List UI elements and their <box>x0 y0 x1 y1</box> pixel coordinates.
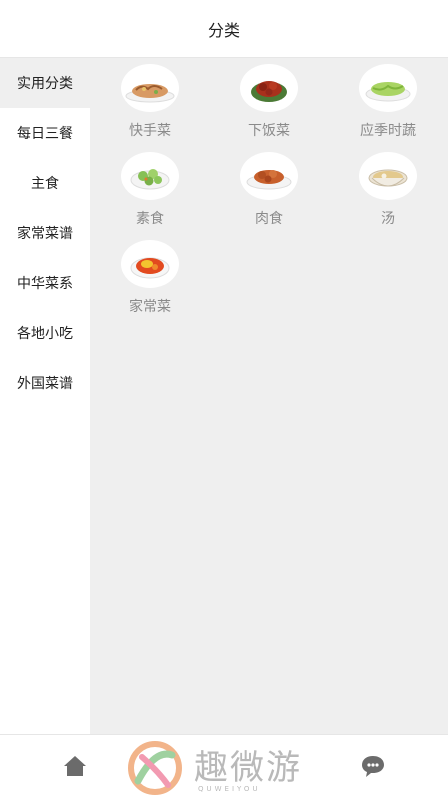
sidebar-item-chinese-cuisines[interactable]: 中华菜系 <box>0 258 90 308</box>
meat-dish-icon <box>240 152 298 200</box>
sidebar-item-label: 主食 <box>31 176 59 192</box>
chat-icon <box>362 756 384 777</box>
page-title: 分类 <box>207 20 240 40</box>
category-meat[interactable]: 肉食 <box>209 152 329 228</box>
category-content: 快手菜 下饭菜 应季时蔬 素食 肉食 汤 家常菜 <box>90 58 448 734</box>
category-rice-dish[interactable]: 下饭菜 <box>209 64 329 140</box>
watermark-subtext: QUWEIYOU <box>198 785 261 793</box>
category-sidebar: 实用分类 每日三餐 主食 家常菜谱 中华菜系 各地小吃 外国菜谱 <box>0 58 90 734</box>
home-style-dish-icon <box>121 240 179 288</box>
braised-meat-dish-icon <box>240 64 298 112</box>
home-icon <box>64 756 86 776</box>
category-seasonal-veg[interactable]: 应季时蔬 <box>328 64 448 140</box>
category-quick-dish[interactable]: 快手菜 <box>90 64 210 140</box>
sidebar-item-label: 外国菜谱 <box>17 376 73 392</box>
sidebar-item-local-snacks[interactable]: 各地小吃 <box>0 308 90 358</box>
sidebar-item-practical[interactable]: 实用分类 <box>0 58 90 108</box>
sidebar-item-home-recipes[interactable]: 家常菜谱 <box>0 208 90 258</box>
category-label: 快手菜 <box>129 123 171 139</box>
watermark-logo: 趣微游 QUWEIYOU <box>128 739 318 797</box>
home-tab[interactable] <box>61 753 89 779</box>
vegetable-dish-icon <box>121 152 179 200</box>
sidebar-item-label: 各地小吃 <box>17 326 73 342</box>
category-label: 家常菜 <box>129 299 171 315</box>
top-bar: 分类 <box>0 0 448 58</box>
soup-bowl-icon <box>359 152 417 200</box>
category-home-style[interactable]: 家常菜 <box>90 240 210 316</box>
category-label: 应季时蔬 <box>360 123 416 139</box>
green-vegetable-dish-icon <box>359 64 417 112</box>
message-tab[interactable] <box>359 753 387 779</box>
watermark-text: 趣微游 <box>194 748 302 788</box>
category-label: 汤 <box>381 211 395 227</box>
category-label: 素食 <box>136 211 164 227</box>
bottom-tab-bar: 趣微游 QUWEIYOU <box>0 734 448 798</box>
sidebar-item-label: 中华菜系 <box>17 276 73 292</box>
sidebar-item-label: 家常菜谱 <box>17 226 73 242</box>
category-vegetarian[interactable]: 素食 <box>90 152 210 228</box>
sidebar-item-foreign-recipes[interactable]: 外国菜谱 <box>0 358 90 408</box>
category-label: 肉食 <box>255 211 283 227</box>
sidebar-item-label: 每日三餐 <box>17 126 73 142</box>
stir-fry-dish-icon <box>121 64 179 112</box>
category-soup[interactable]: 汤 <box>328 152 448 228</box>
category-label: 下饭菜 <box>248 123 290 139</box>
watermark-logo-icon <box>128 741 182 795</box>
sidebar-item-three-meals[interactable]: 每日三餐 <box>0 108 90 158</box>
sidebar-item-staple[interactable]: 主食 <box>0 158 90 208</box>
sidebar-item-label: 实用分类 <box>17 76 73 92</box>
